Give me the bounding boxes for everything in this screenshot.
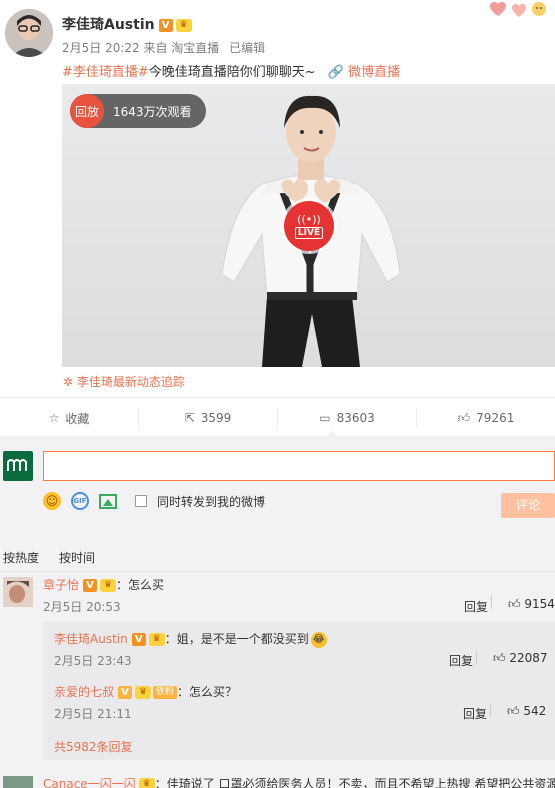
reply-author[interactable]: 亲爱的七叔 [54,685,114,699]
weibo-live-label: 微博直播 [348,65,401,80]
image-icon[interactable] [99,493,117,509]
thumbs-up-icon: 👍︎ [507,704,520,718]
thumbs-up-icon: 👍︎ [508,597,521,611]
thumbs-up-icon: 👍︎ [493,651,506,665]
hearts-decoration-icon [484,0,555,25]
replay-badge: 回放 [70,94,104,128]
comment-like-button[interactable]: 👍︎ 9154 [508,597,555,612]
reply-like-button[interactable]: 👍︎ 22087 [493,651,548,666]
commenter-name[interactable]: Canace一闪一闪 [43,777,136,788]
comment-input[interactable] [43,451,555,481]
fan-badge: 铁粉 [153,686,178,699]
comment-text: ：佳琦说了 口罩必须给医务人员！不卖，而且不希望上热搜 希望把公共资源 [154,777,555,788]
reply-text: ：怎么买？ [177,685,238,699]
author-name[interactable]: 李佳琦Austin [62,17,155,33]
author-avatar[interactable] [5,9,53,57]
post-body: 今晚佳琦直播陪你们聊聊天~ [148,65,316,80]
comment-time: 2月5日 20:53 [43,600,121,614]
divider [490,703,491,717]
broadcast-icon: ((•)) [297,212,321,226]
post-meta: 2月5日 20:22 来自 淘宝直播 已编辑 [62,39,265,56]
comment-icon: ▭ [319,411,331,425]
emoji-icon[interactable]: ☺ [43,492,61,510]
favorite-label: 收藏 [65,411,90,426]
comment-line: 章子怡 V ♛ ：怎么买 [43,576,164,593]
verified-badge-icon: V [83,579,98,592]
comment-like-count: 9154 [524,597,555,611]
tab-hot[interactable]: 按热度 [3,549,39,566]
post-text: #李佳琦直播#今晚佳琦直播陪你们聊聊天~ 🔗 微博直播 [62,61,400,80]
submit-comment-button[interactable]: 评论 [501,493,555,518]
reply-button[interactable]: 回复 [449,652,473,669]
star-icon: ☆ [48,411,60,425]
reply-text: ：姐，是不是一个都没买到 [164,632,309,646]
favorite-button[interactable]: ☆ 收藏 [0,408,139,428]
reply-like-count: 542 [523,704,547,718]
verified-badge-icon: V [131,633,146,646]
crown-icon: ♛ [138,778,155,788]
crown-icon: ♛ [135,686,152,699]
comment-pointer [326,430,338,437]
reply-author[interactable]: 李佳琦Austin [54,632,128,646]
link-icon: 🔗 [327,65,345,80]
composer-tools: ☺ GIF 同时转发到我的微博 [43,492,265,510]
post-time-source[interactable]: 2月5日 20:22 来自 淘宝直播 [62,41,219,55]
like-count: 79261 [476,411,515,425]
verified-badge-icon: V [118,686,133,699]
like-button[interactable]: 👍︎ 79261 [417,408,555,428]
sync-repost-checkbox[interactable] [135,495,147,507]
comment-text: ：怎么买 [116,578,165,592]
reply-like-count: 22087 [509,651,548,665]
crown-icon: ♛ [148,633,165,646]
more-replies-link[interactable]: 共5982条回复 [54,738,133,755]
live-label: LIVE [294,226,324,239]
reply-time: 2月5日 23:43 [54,654,132,668]
reply-line: 李佳琦Austin V ♛ ：姐，是不是一个都没买到 😂 [54,630,327,648]
comment-line: Canace一闪一闪 ♛ ：佳琦说了 口罩必须给医务人员！不卖，而且不希望上热搜 希… [43,775,555,788]
sync-repost-label: 同时转发到我的微博 [157,494,266,509]
sort-tabs: 按热度 按时间 [0,536,555,572]
commenter-avatar[interactable] [3,577,33,607]
reply-time: 2月5日 21:11 [54,707,132,721]
edited-label: 已编辑 [229,41,266,55]
laugh-cry-emoji-icon: 😂 [310,631,327,648]
repost-count: 3599 [200,411,232,425]
repost-button[interactable]: ⇱ 3599 [139,408,278,428]
crown-icon: ♛ [175,18,192,32]
divider [491,595,492,609]
live-video-player[interactable]: 回放 1643万次观看 ((•)) LIVE [62,84,555,367]
tracking-link[interactable]: ✲ 李佳琦最新动态追踪 [63,373,185,390]
commenter-name[interactable]: 章子怡 [43,578,79,592]
thumbs-up-icon: 👍︎ [457,410,471,425]
gif-icon[interactable]: GIF [71,492,89,510]
flower-icon: ✲ [63,375,74,389]
replay-views-pill: 回放 1643万次观看 [70,94,206,128]
weibo-live-link[interactable]: 🔗 微博直播 [328,65,400,80]
reply-button[interactable]: 回复 [464,598,488,615]
verified-badge-icon: V [158,18,173,32]
live-play-button[interactable]: ((•)) LIVE [284,201,334,251]
action-bar: ☆ 收藏 ⇱ 3599 ▭ 83603 👍︎ 79261 [0,397,555,437]
my-avatar[interactable] [3,451,33,481]
reply-button[interactable]: 回复 [463,705,487,722]
author-header: 李佳琦Austin V ♛ [62,14,192,34]
topic-link[interactable]: #李佳琦直播# [62,65,149,80]
view-count: 1643万次观看 [113,104,192,119]
tracking-label: 李佳琦最新动态追踪 [76,375,185,389]
tab-time[interactable]: 按时间 [59,549,95,566]
crown-icon: ♛ [100,579,117,592]
divider [476,650,477,664]
repost-icon: ⇱ [184,411,195,425]
commenter-avatar[interactable] [3,776,33,788]
reply-like-button[interactable]: 👍︎ 542 [507,704,546,719]
comment-button[interactable]: ▭ 83603 [278,408,417,428]
comment-count: 83603 [336,411,375,425]
reply-line: 亲爱的七叔 V ♛ 铁粉 ：怎么买？ [54,683,237,700]
